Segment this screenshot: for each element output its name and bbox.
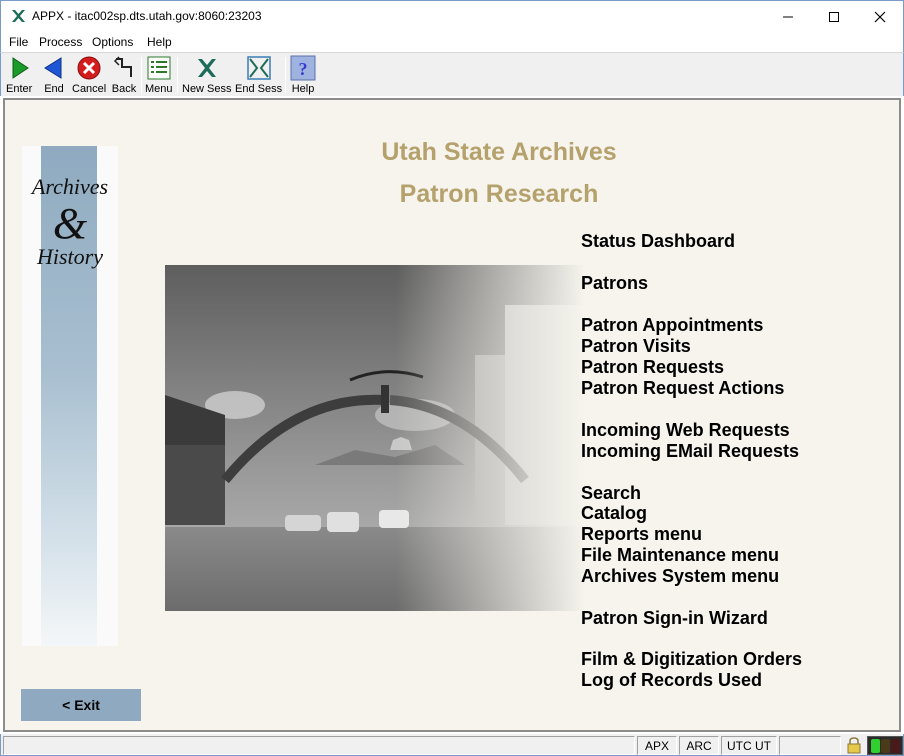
- menu-process[interactable]: Process: [39, 35, 82, 49]
- toolbar-separator: [141, 57, 142, 93]
- amber-light-icon: [880, 738, 890, 753]
- status-message: [3, 736, 635, 755]
- menu-file-maintenance[interactable]: File Maintenance menu: [581, 545, 779, 566]
- minimize-button[interactable]: [765, 1, 811, 32]
- menu-log-of-records-used[interactable]: Log of Records Used: [581, 670, 762, 691]
- status-blank: [779, 736, 841, 755]
- menu-status-dashboard[interactable]: Status Dashboard: [581, 231, 735, 252]
- menu-patrons[interactable]: Patrons: [581, 273, 648, 294]
- historic-street-photo: [165, 265, 585, 611]
- back-arrow-icon: [113, 56, 132, 77]
- help-button[interactable]: ? Help: [290, 55, 316, 95]
- brand-line-1: Archives: [30, 174, 108, 199]
- window-titlebar: APPX - itac002sp.dts.utah.gov:8060:23203: [0, 0, 904, 32]
- enter-green-arrow-icon: [12, 57, 30, 79]
- menu-patron-request-actions[interactable]: Patron Request Actions: [581, 378, 784, 399]
- menu-file[interactable]: File: [9, 35, 28, 49]
- end-session-icon: [246, 56, 271, 80]
- close-button[interactable]: [857, 1, 903, 32]
- status-apx: APX: [637, 736, 677, 755]
- toolbar-separator: [285, 57, 286, 93]
- menu-list-icon: [147, 56, 171, 80]
- enter-button[interactable]: Enter: [6, 55, 32, 95]
- svg-text:?: ?: [299, 59, 308, 79]
- page-subtitle: Patron Research: [399, 180, 599, 208]
- red-light-icon: [890, 738, 900, 753]
- new-session-button[interactable]: New Sess: [182, 55, 232, 95]
- cancel-red-x-icon: [77, 56, 101, 80]
- new-session-icon: [197, 59, 216, 77]
- maximize-button[interactable]: [811, 1, 857, 32]
- page-title: Utah State Archives: [381, 138, 617, 166]
- exit-button[interactable]: < Exit: [21, 689, 141, 721]
- menu-catalog[interactable]: Catalog: [581, 503, 647, 524]
- close-icon: [874, 11, 886, 22]
- minimize-icon: [783, 16, 793, 17]
- connection-status-lights: [867, 736, 903, 755]
- menu-patron-visits[interactable]: Patron Visits: [581, 336, 691, 357]
- brand-line-2: &: [53, 199, 88, 248]
- end-session-button[interactable]: End Sess: [235, 55, 282, 95]
- menu-help[interactable]: Help: [147, 35, 172, 49]
- lock-icon: [847, 737, 861, 754]
- archives-history-logo: Archives & History: [30, 174, 108, 269]
- menu-button[interactable]: Menu: [145, 55, 173, 95]
- menu-options[interactable]: Options: [92, 35, 133, 49]
- menu-film-digitization-orders[interactable]: Film & Digitization Orders: [581, 649, 802, 670]
- menu-patron-appointments[interactable]: Patron Appointments: [581, 315, 763, 336]
- menu-reports[interactable]: Reports menu: [581, 524, 702, 545]
- status-timezone: UTC UT: [721, 736, 777, 755]
- menu-search[interactable]: Search: [581, 483, 641, 504]
- brand-line-3: History: [36, 244, 103, 269]
- appx-x-icon: [12, 10, 25, 22]
- end-button[interactable]: End: [41, 55, 67, 95]
- status-arc: ARC: [679, 736, 719, 755]
- cancel-button[interactable]: Cancel: [72, 55, 106, 95]
- menu-bar: File Process Options Help: [0, 32, 904, 52]
- help-question-icon: ?: [290, 55, 316, 81]
- menu-incoming-email-requests[interactable]: Incoming EMail Requests: [581, 441, 799, 462]
- status-bar: APX ARC UTC UT: [0, 734, 904, 756]
- toolbar-separator: [177, 57, 178, 93]
- end-blue-arrow-icon: [44, 57, 62, 79]
- menu-incoming-web-requests[interactable]: Incoming Web Requests: [581, 420, 790, 441]
- toolbar: Enter End Cancel Back Menu New Sess End …: [0, 52, 904, 96]
- menu-archives-system[interactable]: Archives System menu: [581, 566, 779, 587]
- maximize-icon: [829, 11, 839, 22]
- back-button[interactable]: Back: [111, 55, 137, 95]
- menu-patron-signin-wizard[interactable]: Patron Sign-in Wizard: [581, 608, 768, 629]
- side-banner: Archives & History: [22, 146, 118, 646]
- main-content: Archives & History Utah State Archives P…: [3, 98, 901, 732]
- menu-patron-requests[interactable]: Patron Requests: [581, 357, 724, 378]
- green-light-icon: [870, 738, 880, 753]
- window-title: APPX - itac002sp.dts.utah.gov:8060:23203: [32, 9, 262, 23]
